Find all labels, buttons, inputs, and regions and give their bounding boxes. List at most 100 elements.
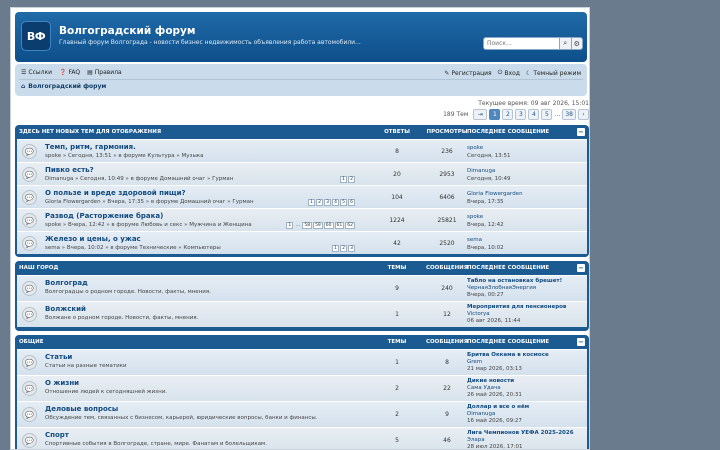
last-post-author[interactable]: sema	[467, 237, 482, 243]
forum-row: 💬 Спорт Спортивные события в Волгограде, с…	[17, 427, 587, 450]
navbar: ☰ Ссылки ❓ FAQ ▤ Правила ✎ Регистрация ⏻ Вход…	[15, 64, 587, 96]
topic-page-link[interactable]: 1	[332, 245, 339, 252]
site-header: ВФ Волгоградский форум Главный форум Вол…	[15, 12, 587, 62]
topic-title[interactable]: Железо и цены, о ужас	[45, 235, 141, 243]
forum-title[interactable]: Статьи	[45, 353, 72, 361]
search-button[interactable]: ⌕	[560, 37, 572, 50]
table-row: 💬 Темп, ритм, гармония. spoke » Сегодня, 1…	[17, 139, 587, 162]
forum-read-icon: 💬	[22, 307, 37, 322]
last-post-author[interactable]: Элара	[467, 437, 485, 443]
dark-mode-toggle[interactable]: ☾ Темный режим	[526, 69, 581, 77]
last-post-author[interactable]: spoke	[467, 145, 483, 151]
site-title[interactable]: Волгоградский форум	[59, 25, 195, 37]
topic-page-link[interactable]: 6	[348, 199, 355, 206]
last-post-author[interactable]: Victorya	[467, 311, 490, 317]
topic-page-link[interactable]: 59	[313, 222, 323, 229]
forum-post-count: 46	[443, 437, 451, 444]
faq-link[interactable]: ❓ FAQ	[59, 69, 80, 76]
forum-post-count: 9	[445, 411, 449, 418]
last-post-title[interactable]: Мероприятия для пенсионеров	[467, 304, 566, 310]
topic-title[interactable]: О пользе и вреде здоровой пищи?	[45, 189, 186, 197]
city-section: НАШ ГОРОД ТЕМЫ СООБЩЕНИЯ ПОСЛЕДНЕЕ СООБЩ…	[15, 261, 589, 331]
collapse-button[interactable]: −	[577, 338, 585, 346]
topic-page-link[interactable]: 4	[332, 199, 339, 206]
last-post-author[interactable]: Dimanuga	[467, 168, 495, 174]
page-2[interactable]: 2	[502, 109, 514, 120]
forum-topic-count: 1	[395, 359, 399, 366]
forum-read-icon: 💬	[22, 433, 37, 448]
login-link[interactable]: ⏻ Вход	[498, 69, 520, 77]
forum-topic-count: 1	[395, 311, 399, 318]
last-post-author[interactable]: ЧернаяЗлобнаяЭнергия	[467, 285, 536, 291]
forum-title[interactable]: Волгоград	[45, 279, 88, 287]
topic-title[interactable]: Темп, ритм, гармония.	[45, 143, 136, 151]
breadcrumb[interactable]: ⌂ Волгоградский форум	[21, 83, 106, 90]
topic-page-link[interactable]: 3	[324, 199, 331, 206]
topic-page-link[interactable]: 1	[340, 176, 347, 183]
collapse-button[interactable]: −	[577, 128, 585, 136]
topic-read-icon: 💬	[22, 213, 37, 228]
jump-to-page-button[interactable]: ⇥	[473, 109, 488, 120]
topic-views: 236	[441, 148, 453, 155]
last-post-author[interactable]: Dimanuga	[467, 411, 495, 417]
topic-page-link[interactable]: 5	[340, 199, 347, 206]
page-4[interactable]: 4	[528, 109, 540, 120]
home-icon: ⌂	[21, 83, 26, 90]
forum-topic-count: 5	[395, 437, 399, 444]
topic-views: 2953	[439, 171, 455, 178]
last-post-title[interactable]: Табло на остановках брешет!	[467, 278, 562, 284]
page-1[interactable]: 1	[489, 109, 501, 120]
topic-title[interactable]: Пивко есть?	[45, 166, 94, 174]
topic-page-link[interactable]: 3	[348, 245, 355, 252]
forum-title[interactable]: Волжский	[45, 305, 86, 313]
forum-description: Отношение людей к сегодняшней жизни.	[45, 389, 168, 395]
last-post-time: Сегодня, 10:49	[467, 176, 511, 182]
forum-description: Статьи на разные тематики	[45, 363, 127, 369]
links-menu[interactable]: ☰ Ссылки	[21, 69, 52, 76]
topic-page-link[interactable]: 1	[308, 199, 315, 206]
advanced-search-button[interactable]: ⚙	[571, 37, 583, 50]
topic-page-link[interactable]: 58	[302, 222, 313, 229]
topic-page-link[interactable]: 60	[323, 222, 334, 229]
search-box: ⌕ ⚙	[483, 37, 583, 50]
topic-page-link[interactable]: 2	[348, 176, 355, 183]
site-logo[interactable]: ВФ	[21, 21, 51, 51]
last-post-title[interactable]: Бритва Оккама в космосе	[467, 352, 549, 358]
forum-description: Волжане о родном городе. Новости, факты,…	[45, 315, 199, 321]
page-5[interactable]: 5	[541, 109, 553, 120]
table-row: 💬 Железо и цены, о ужас sema » Вчера, 10:0…	[17, 231, 587, 254]
chevron-right-icon: ›	[582, 111, 585, 118]
topic-page-link[interactable]: 1	[286, 222, 294, 229]
forum-row: 💬 Статьи Статьи на разные тематики 1 8 Бритва…	[17, 349, 587, 375]
last-post-author[interactable]: Gloria Flowergarden	[467, 191, 523, 197]
forum-title[interactable]: Деловые вопросы	[45, 405, 118, 413]
last-post-title[interactable]: Лига Чемпионов УЕФА 2025-2026	[467, 430, 574, 436]
topic-views: 6406	[439, 194, 455, 201]
gear-icon: ⚙	[573, 39, 580, 48]
forum-title[interactable]: О жизни	[45, 379, 79, 387]
page-3[interactable]: 3	[515, 109, 527, 120]
topic-page-link[interactable]: 2	[340, 245, 347, 252]
last-post-time: 16 май 2026, 09:27	[467, 418, 522, 424]
register-link[interactable]: ✎ Регистрация	[444, 69, 491, 77]
topic-meta: spoke » Сегодня, 13:51 » в форуме Культу…	[45, 153, 204, 159]
collapse-button[interactable]: −	[577, 264, 585, 272]
last-post-author[interactable]: Grem	[467, 359, 482, 365]
rules-link[interactable]: ▤ Правила	[87, 69, 122, 76]
page-38[interactable]: 38	[562, 109, 576, 120]
last-post-title[interactable]: Дикие новости	[467, 378, 514, 384]
next-page-button[interactable]: ›	[578, 109, 589, 120]
last-post-time: 28 июл 2026, 17:01	[467, 444, 523, 450]
table-row: 💬 О пользе и вреде здоровой пищи? Gloria F…	[17, 185, 587, 208]
topic-page-link[interactable]: 61	[334, 222, 345, 229]
topic-meta: sema » Вчера, 10:02 » в форуме Техническ…	[45, 245, 221, 251]
last-post-author[interactable]: Сама Удача	[467, 385, 501, 391]
topic-meta: Dimanuga » Сегодня, 10:49 » в форуме Дом…	[45, 176, 234, 182]
topic-page-link[interactable]: 62	[345, 222, 355, 229]
topic-title[interactable]: Развод (Расторжение брака)	[45, 212, 163, 220]
last-post-author[interactable]: spoke	[467, 214, 483, 220]
forum-title[interactable]: Спорт	[45, 431, 69, 439]
search-input[interactable]	[483, 37, 560, 50]
topic-page-link[interactable]: 2	[316, 199, 323, 206]
last-post-title[interactable]: Доллар и все о нём	[467, 404, 529, 410]
